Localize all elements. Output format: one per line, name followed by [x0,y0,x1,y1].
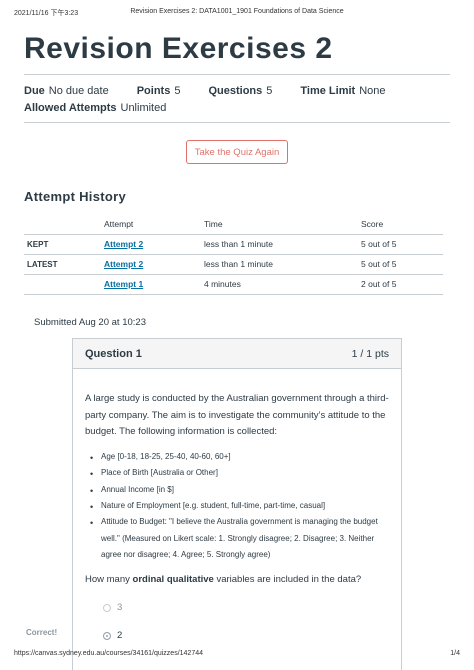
print-url: https://canvas.sydney.edu.au/courses/341… [14,650,203,657]
attempt-link[interactable]: Attempt 2 [104,239,143,249]
question-name: Question 1 [85,347,142,360]
attempt-score: 5 out of 5 [361,234,443,255]
question-header: Question 1 1 / 1 pts [73,339,401,369]
table-header-row: Attempt Time Score [24,214,443,235]
divider [24,122,450,123]
attempt-score: 5 out of 5 [361,254,443,275]
row-label: LATEST [24,254,104,275]
questions-detail: Questions 5 [208,84,273,97]
column-header [24,214,104,235]
submitted-timestamp: Submitted Aug 20 at 10:23 [34,317,146,328]
table-row: KEPT Attempt 2 less than 1 minute 5 out … [24,234,443,255]
attempt-link[interactable]: Attempt 1 [104,279,143,289]
question-points: 1 / 1 pts [351,347,389,360]
answer-option-selected[interactable]: 2 [103,630,122,641]
attempt-history-table: Attempt Time Score KEPT Attempt 2 less t… [24,214,443,295]
table-row: LATEST Attempt 2 less than 1 minute 5 ou… [24,254,443,275]
row-label [24,274,104,295]
quiz-details: Due No due date Points 5 Questions 5 Time L… [24,82,450,116]
column-header-time: Time [204,214,361,235]
time-limit-detail: Time Limit None [300,84,386,97]
attempt-time: 4 minutes [204,274,361,295]
list-item: Place of Birth [Australia or Other] [85,465,389,484]
column-header-attempt: Attempt [104,214,204,235]
question-intro: A large study is conducted by the Austra… [85,393,389,438]
print-footer: https://canvas.sydney.edu.au/courses/341… [14,650,460,662]
attempt-time: less than 1 minute [204,254,361,275]
question-body: A large study is conducted by the Austra… [73,369,401,588]
print-header: 2021/11/16 下午3:23 Revision Exercises 2: … [14,8,460,20]
row-label: KEPT [24,234,104,255]
print-title: Revision Exercises 2: DATA1001_1901 Foun… [130,8,344,15]
list-item: Annual Income [in $] [85,482,389,501]
table-row: Attempt 1 4 minutes 2 out of 5 [24,274,443,295]
points-detail: Points 5 [136,84,181,97]
radio-button-selected[interactable] [103,631,111,640]
attempt-score: 2 out of 5 [361,274,443,295]
take-quiz-again-button[interactable]: Take the Quiz Again [186,140,288,164]
due-detail: Due No due date [24,84,109,97]
page-title: Revision Exercises 2 [24,32,333,65]
column-header-score: Score [361,214,443,235]
question-card: Question 1 1 / 1 pts A large study is co… [72,338,402,670]
list-item: Attitude to Budget: "I believe the Austr… [85,514,389,563]
radio-button[interactable] [103,603,111,612]
answer-option[interactable]: 3 [103,602,122,613]
attempt-time: less than 1 minute [204,234,361,255]
attempt-link[interactable]: Attempt 2 [104,259,143,269]
question-prompt: How many ordinal qualitative variables a… [85,573,362,585]
variable-list: Age [0-18, 18-25, 25-40, 40-60, 60+] Pla… [85,449,389,564]
divider [24,74,450,75]
page-number: 1/4 [450,650,460,657]
correct-flag: Correct! [26,628,58,637]
attempts-detail: Allowed Attempts Unlimited [24,101,167,114]
list-item: Age [0-18, 18-25, 25-40, 40-60, 60+] [85,449,389,468]
list-item: Nature of Employment [e.g. student, full… [85,498,389,517]
attempt-history-title: Attempt History [24,189,127,204]
